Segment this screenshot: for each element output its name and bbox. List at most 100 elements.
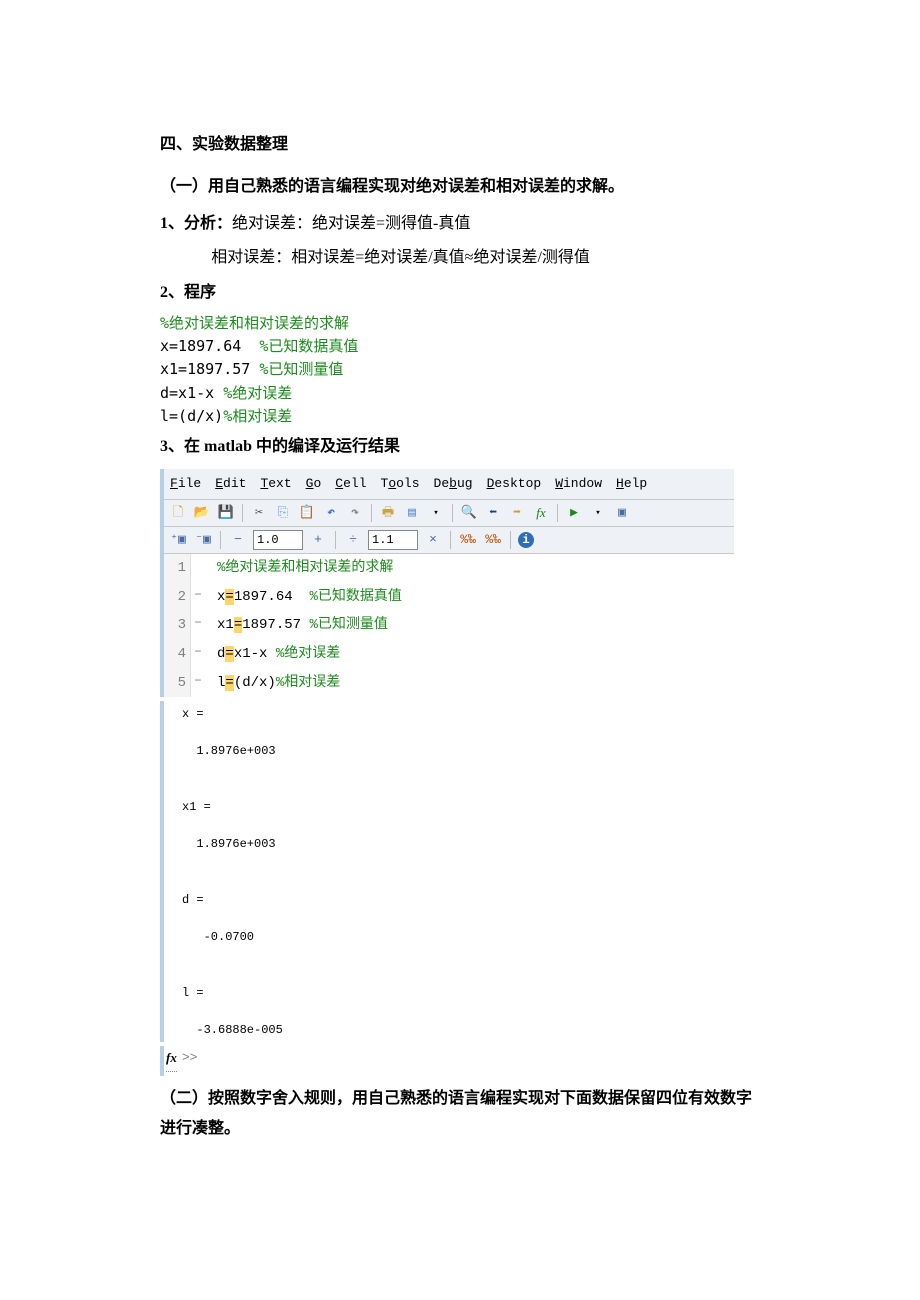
analysis-line-2: 相对误差：相对误差=绝对误差/真值≈绝对误差/测得值 bbox=[160, 243, 760, 273]
menu-go[interactable]: Go bbox=[306, 472, 322, 497]
command-window-output: x = 1.8976e+003 x1 = 1.8976e+003 d = -0.… bbox=[160, 701, 752, 1042]
line-number: 4 bbox=[164, 640, 191, 669]
editor-text: 1897.64 bbox=[234, 589, 310, 605]
code-l2b: %已知数据真值 bbox=[259, 337, 358, 355]
increase-cell-icon[interactable]: ⁺▣ bbox=[168, 531, 188, 549]
undo-icon[interactable]: ↶ bbox=[321, 503, 341, 523]
matlab-editor-screenshot: File Edit Text Go Cell Tools Debug Deskt… bbox=[160, 469, 734, 698]
fx-icon[interactable]: fx bbox=[166, 1046, 177, 1072]
separator-icon bbox=[371, 504, 372, 522]
find-icon[interactable]: 🔍 bbox=[459, 503, 479, 523]
code-block: %绝对误差和相对误差的求解 x=1897.64 %已知数据真值 x1=1897.… bbox=[160, 312, 760, 428]
separator-icon bbox=[452, 504, 453, 522]
separator-icon bbox=[450, 531, 451, 549]
code-l2a: x=1897.64 bbox=[160, 337, 259, 355]
code-l1: %绝对误差和相对误差的求解 bbox=[160, 314, 349, 332]
breakpoint-gutter[interactable]: − bbox=[191, 669, 205, 694]
subheading-1: （一）用自己熟悉的语言编程实现对绝对误差和相对误差的求解。 bbox=[160, 172, 760, 202]
menu-cell[interactable]: Cell bbox=[335, 472, 366, 497]
heading-4: 四、实验数据整理 bbox=[160, 130, 760, 160]
toolbar-cell: ⁺▣ ⁻▣ − 1.0 + ÷ 1.1 × %‰ %‰ i bbox=[164, 527, 734, 554]
run-advance-icon[interactable]: ▣ bbox=[612, 503, 632, 523]
editor-comment: %绝对误差 bbox=[276, 646, 340, 662]
paste-icon[interactable]: 📋 bbox=[297, 503, 317, 523]
line-number: 2 bbox=[164, 583, 191, 612]
separator-icon bbox=[220, 531, 221, 549]
new-file-icon[interactable]: 🗋 bbox=[168, 503, 188, 523]
back-icon[interactable]: ⬅ bbox=[483, 503, 503, 523]
editor-comment: %已知数据真值 bbox=[309, 589, 401, 605]
breakpoint-gutter[interactable]: − bbox=[191, 583, 205, 608]
run-icon[interactable]: ▶ bbox=[564, 503, 584, 523]
code-l4a: d=x1-x bbox=[160, 384, 223, 402]
editor-comment: %绝对误差和相对误差的求解 bbox=[217, 560, 393, 576]
dropdown-icon[interactable]: ▾ bbox=[426, 503, 446, 523]
line-number: 5 bbox=[164, 669, 191, 698]
hl-equals: = bbox=[225, 675, 233, 691]
redo-icon[interactable]: ↷ bbox=[345, 503, 365, 523]
editor-row: 2 − x=1897.64 %已知数据真值 bbox=[164, 583, 734, 612]
command-prompt-line: fx >> bbox=[160, 1046, 736, 1076]
menu-window[interactable]: Window bbox=[555, 472, 602, 497]
percent-plus-icon[interactable]: %‰ bbox=[458, 531, 478, 549]
menu-tools[interactable]: Tools bbox=[381, 472, 420, 497]
code-l3a: x1=1897.57 bbox=[160, 360, 259, 378]
print-icon[interactable]: 🖶 bbox=[378, 503, 398, 523]
menu-desktop[interactable]: Desktop bbox=[487, 472, 542, 497]
cut-icon[interactable]: ✂ bbox=[249, 503, 269, 523]
analysis-line-1: 1、分析：绝对误差：绝对误差=测得值-真值 bbox=[160, 209, 760, 239]
multiply-icon[interactable]: × bbox=[423, 531, 443, 549]
info-icon[interactable]: i bbox=[518, 532, 534, 548]
item2: 2、程序 bbox=[160, 278, 760, 308]
prompt-indicator[interactable]: >> bbox=[182, 1046, 198, 1071]
plus-icon[interactable]: + bbox=[308, 531, 328, 549]
menu-text[interactable]: Text bbox=[260, 472, 291, 497]
percent-minus-icon[interactable]: %‰ bbox=[483, 531, 503, 549]
increment-box-1[interactable]: 1.0 bbox=[253, 530, 303, 550]
document-page: 四、实验数据整理 （一）用自己熟悉的语言编程实现对绝对误差和相对误差的求解。 1… bbox=[0, 0, 920, 1200]
copy-icon[interactable]: ⎘ bbox=[273, 503, 293, 523]
editor-row: 4 − d=x1-x %绝对误差 bbox=[164, 640, 734, 669]
menu-edit[interactable]: Edit bbox=[215, 472, 246, 497]
code-l5a: l=(d/x) bbox=[160, 407, 223, 425]
breakpoint-gutter[interactable]: − bbox=[191, 611, 205, 636]
breakpoint-gutter[interactable] bbox=[191, 554, 205, 556]
increment-box-2[interactable]: 1.1 bbox=[368, 530, 418, 550]
run-dropdown-icon[interactable]: ▾ bbox=[588, 503, 608, 523]
subheading-2: （二）按照数字舍入规则，用自己熟悉的语言编程实现对下面数据保留四位有效数字进行凑… bbox=[160, 1084, 760, 1145]
hl-equals: = bbox=[225, 646, 233, 662]
breakpoint-gutter[interactable]: − bbox=[191, 640, 205, 665]
editor-text: 1897.57 bbox=[242, 617, 309, 633]
code-l4b: %绝对误差 bbox=[223, 384, 292, 402]
separator-icon bbox=[335, 531, 336, 549]
function-hint-icon[interactable]: fx bbox=[531, 503, 551, 523]
code-editor[interactable]: 1 %绝对误差和相对误差的求解 2 − x=1897.64 %已知数据真值 3 … bbox=[164, 554, 734, 697]
menu-help[interactable]: Help bbox=[616, 472, 647, 497]
menu-debug[interactable]: Debug bbox=[434, 472, 473, 497]
line-number: 1 bbox=[164, 554, 191, 583]
save-icon[interactable]: 💾 bbox=[216, 503, 236, 523]
divide-icon[interactable]: ÷ bbox=[343, 531, 363, 549]
cell-mode-icon[interactable]: ▤ bbox=[402, 503, 422, 523]
item1-text: 绝对误差：绝对误差=测得值-真值 bbox=[232, 215, 470, 232]
forward-icon[interactable]: ➡ bbox=[507, 503, 527, 523]
item1-label: 1、分析： bbox=[160, 215, 232, 232]
item3: 3、在 matlab 中的编译及运行结果 bbox=[160, 432, 760, 462]
editor-row: 5 − l=(d/x)%相对误差 bbox=[164, 669, 734, 698]
separator-icon bbox=[510, 531, 511, 549]
separator-icon bbox=[242, 504, 243, 522]
toolbar-main: 🗋 📂 💾 ✂ ⎘ 📋 ↶ ↷ 🖶 ▤ ▾ 🔍 ⬅ ➡ fx ▶ ▾ ▣ bbox=[164, 500, 734, 527]
decrease-cell-icon[interactable]: ⁻▣ bbox=[193, 531, 213, 549]
menu-bar: File Edit Text Go Cell Tools Debug Deskt… bbox=[164, 469, 734, 501]
minus-icon[interactable]: − bbox=[228, 531, 248, 549]
editor-comment: %已知测量值 bbox=[309, 617, 387, 633]
separator-icon bbox=[557, 504, 558, 522]
menu-file[interactable]: File bbox=[170, 472, 201, 497]
open-file-icon[interactable]: 📂 bbox=[192, 503, 212, 523]
editor-text: x1-x bbox=[234, 646, 276, 662]
hl-equals: = bbox=[225, 589, 233, 605]
hl-equals: = bbox=[234, 617, 242, 633]
editor-text: (d/x) bbox=[234, 675, 276, 691]
code-l3b: %已知测量值 bbox=[259, 360, 343, 378]
code-l5b: %相对误差 bbox=[223, 407, 292, 425]
